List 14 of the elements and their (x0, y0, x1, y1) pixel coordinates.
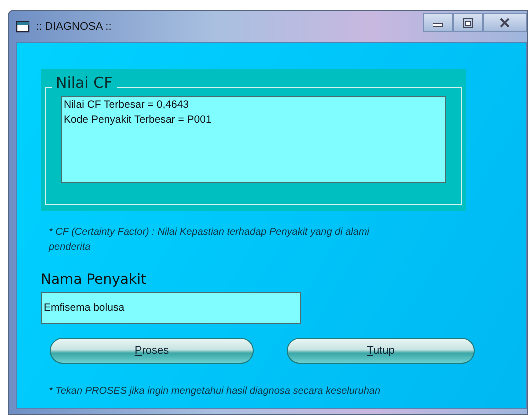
close-dialog-button[interactable]: Tutup (287, 338, 475, 364)
cf-note: * CF (Certainty Factor) : Nilai Kepastian terhadap Penyakit yang di alami penderita (49, 226, 371, 255)
maximize-button[interactable] (453, 13, 483, 32)
footer-note: * Tekan PROSES jika ingin mengetahui hasil diagnosa secara keseluruhan (49, 386, 382, 397)
field-label: Nama Penyakit (41, 272, 148, 288)
maximize-icon (463, 18, 473, 28)
disease-name-field[interactable]: Emfisema bolusa (41, 292, 301, 324)
result-text-area[interactable]: Nilai CF Terbesar = 0,4643 Kode Penyakit Terbesar = P001 (61, 96, 446, 183)
process-button[interactable]: Proses (50, 338, 254, 364)
close-icon (500, 18, 510, 28)
close-button[interactable] (483, 13, 527, 32)
window-title: :: DIAGNOSA :: (36, 20, 112, 32)
minimize-button[interactable] (423, 13, 453, 32)
window-icon (16, 20, 30, 34)
